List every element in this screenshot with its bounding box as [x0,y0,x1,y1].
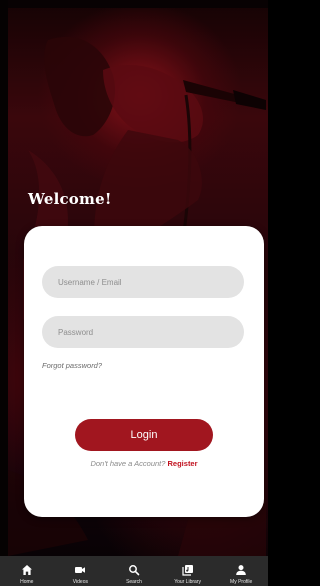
nav-item-home[interactable]: Home [0,556,54,586]
login-card: Forgot password? Login Don't have a Acco… [24,226,264,517]
forgot-password-link[interactable]: Forgot password? [42,361,102,370]
register-line: Don't have a Account? Register [24,459,264,468]
nav-item-search[interactable]: Search [107,556,161,586]
register-link[interactable]: Register [168,459,198,468]
library-icon [181,565,193,576]
register-prompt: Don't have a Account? [90,459,166,468]
username-input[interactable] [42,266,244,298]
password-input[interactable] [42,316,244,348]
bottom-nav: Home Videos Search Your Library My Profi… [0,556,268,586]
nav-label-videos: Videos [72,579,88,585]
search-icon [129,565,140,576]
left-edge [0,0,8,586]
nav-item-my-profile[interactable]: My Profile [214,556,268,586]
welcome-heading: Welcome! [28,190,112,208]
profile-icon [236,565,246,575]
nav-label-my-profile: My Profile [230,579,253,585]
nav-label-search: Search [126,579,142,585]
login-button[interactable]: Login [75,419,213,451]
video-camera-icon [75,567,86,573]
login-screen: Welcome! Forgot password? Login Don't ha… [0,0,268,586]
nav-label-home: Home [20,579,34,585]
nav-item-your-library[interactable]: Your Library [161,556,215,586]
home-icon [21,565,32,575]
nav-label-your-library: Your Library [174,579,201,585]
nav-item-videos[interactable]: Videos [54,556,108,586]
